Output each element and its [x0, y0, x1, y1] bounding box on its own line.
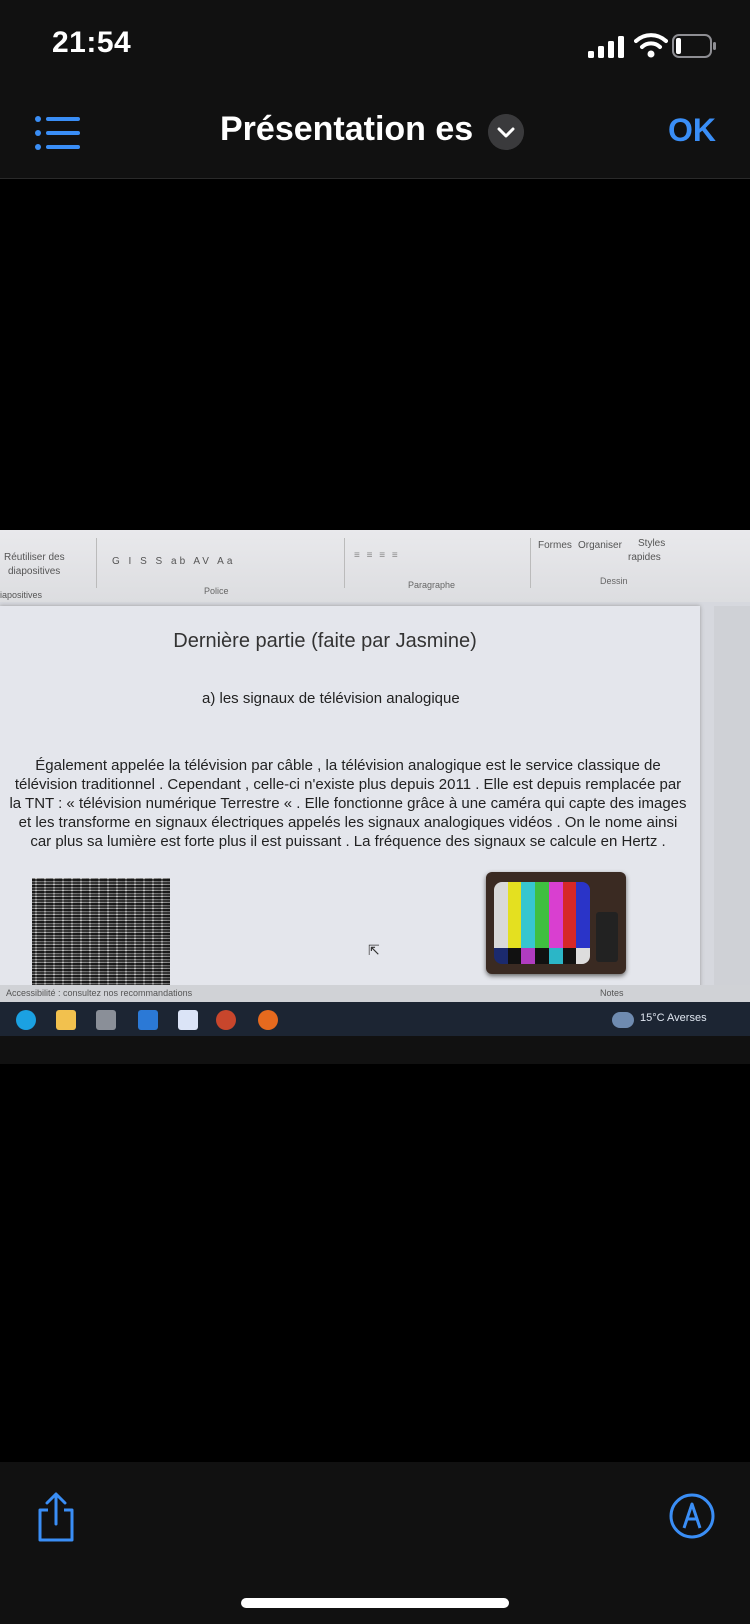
- battery-icon: [672, 34, 716, 58]
- reuse-slides-label-1: Réutiliser des: [4, 552, 65, 563]
- app-b-icon[interactable]: [178, 1010, 198, 1030]
- home-indicator: [241, 1598, 509, 1608]
- paragraph-align-icon: ≡ ≡ ≡ ≡: [354, 550, 400, 561]
- paragraphe-group-label: Paragraphe: [408, 580, 456, 590]
- chevron-down-icon[interactable]: [488, 114, 524, 150]
- share-icon[interactable]: [34, 1492, 78, 1544]
- wifi-icon: [634, 33, 668, 58]
- slide-canvas: Dernière partie (faite par Jasmine) a) l…: [0, 606, 700, 1002]
- right-side-pane: [714, 606, 750, 1002]
- list-menu-icon[interactable]: [34, 114, 82, 152]
- slides-pane-label: iapositives: [0, 590, 43, 600]
- document-title: Présentation es: [220, 110, 474, 148]
- tv-static-image: [32, 878, 170, 986]
- navigation-bar: Présentation es OK: [0, 90, 750, 179]
- edge-icon[interactable]: [16, 1010, 36, 1030]
- slide-body-text: Également appelée la télévision par câbl…: [9, 757, 687, 850]
- police-group-label: Police: [204, 586, 229, 596]
- cellular-signal-icon: [588, 36, 624, 58]
- powerpoint-status-bar: Accessibilité : consultez nos recommanda…: [0, 985, 750, 1003]
- rapides-label[interactable]: rapides: [628, 552, 661, 563]
- notes-button[interactable]: Notes: [600, 988, 624, 998]
- weather-text[interactable]: 15°C Averses: [640, 1012, 707, 1024]
- accessibility-status[interactable]: Accessibilité : consultez nos recommanda…: [6, 988, 192, 998]
- clock: 21:54: [52, 26, 132, 59]
- tv-knobs: [596, 912, 618, 962]
- reuse-slides-label-2: diapositives: [8, 566, 61, 577]
- slide-subtitle: a) les signaux de télévision analogique: [202, 690, 460, 707]
- windows-taskbar: 15°C Averses: [0, 1002, 750, 1036]
- dessin-group-label: Dessin: [600, 576, 628, 586]
- file-explorer-icon[interactable]: [56, 1010, 76, 1030]
- firefox-icon[interactable]: [258, 1010, 278, 1030]
- styles-label[interactable]: Styles: [638, 538, 665, 549]
- photo-of-screen: Réutiliser des diapositives G I S S ab A…: [0, 530, 750, 1064]
- weather-cloud-icon: [612, 1012, 634, 1028]
- monitor-bezel: [0, 1036, 750, 1064]
- ribbon-divider: [96, 538, 97, 588]
- television-image: [486, 872, 626, 974]
- done-button[interactable]: OK: [668, 112, 716, 149]
- mouse-cursor-icon: ⇱: [368, 942, 380, 958]
- powerpoint-ribbon: Réutiliser des diapositives G I S S ab A…: [0, 530, 750, 602]
- slide-title: Dernière partie (faite par Jasmine): [173, 630, 477, 652]
- bottom-toolbar: [0, 1462, 750, 1624]
- ribbon-divider: [344, 538, 345, 588]
- powerpoint-icon[interactable]: [216, 1010, 236, 1030]
- formes-label[interactable]: Formes: [538, 540, 572, 551]
- organiser-label[interactable]: Organiser: [578, 540, 622, 551]
- status-bar: 21:54: [0, 0, 750, 90]
- ribbon-divider: [530, 538, 531, 588]
- font-tools: G I S S ab AV Aa: [112, 556, 236, 567]
- mail-icon[interactable]: [138, 1010, 158, 1030]
- markup-pen-icon[interactable]: [668, 1492, 716, 1540]
- store-icon[interactable]: [96, 1010, 116, 1030]
